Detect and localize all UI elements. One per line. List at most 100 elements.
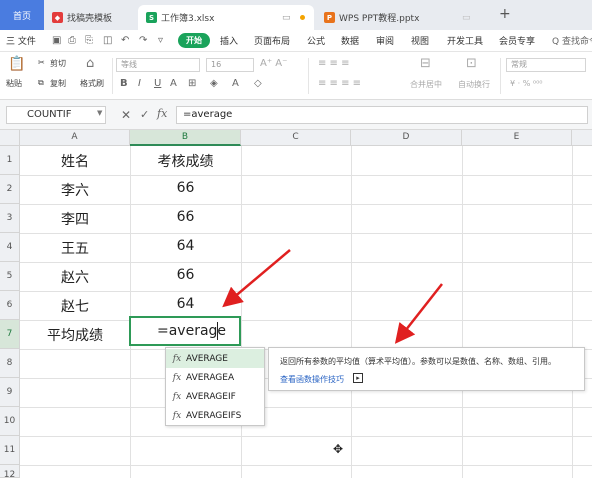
cut-icon[interactable]: ✂ — [38, 58, 45, 67]
bold-button[interactable]: B — [120, 78, 128, 89]
formula-input[interactable]: =average — [176, 106, 588, 124]
select-all-corner[interactable] — [0, 130, 20, 146]
format-painter-icon[interactable]: ⌂ — [86, 56, 94, 71]
paste-button[interactable]: 粘贴 — [6, 78, 22, 89]
cell-b5[interactable]: 66 — [130, 267, 241, 283]
cell-a6[interactable]: 赵七 — [20, 296, 130, 316]
align-top-icon[interactable]: ≡ ≡ ≡ — [318, 58, 350, 69]
cell-a5[interactable]: 赵六 — [20, 267, 130, 287]
row-header-10[interactable]: 10 — [0, 407, 20, 436]
undo-icon[interactable]: ↶ — [121, 35, 129, 46]
currency-icon[interactable]: ¥ · % ⁰⁰⁰ — [510, 79, 542, 88]
export-icon[interactable]: ⎙ — [68, 35, 76, 46]
strikethrough-button[interactable]: A — [170, 78, 177, 89]
row-header-8[interactable]: 8 — [0, 349, 20, 378]
cell-b3[interactable]: 66 — [130, 209, 241, 225]
row-header-1[interactable]: 1 — [0, 146, 20, 175]
cell-a1[interactable]: 姓名 — [20, 151, 130, 171]
video-icon[interactable]: ▸ — [353, 373, 363, 383]
autocomplete-item-average[interactable]: fx AVERAGE — [166, 349, 264, 368]
print-icon[interactable]: ⎘ — [85, 35, 93, 46]
row-header-12[interactable]: 12 — [0, 465, 20, 478]
redo-icon[interactable]: ↷ — [139, 35, 147, 46]
cell-a2[interactable]: 李六 — [20, 180, 130, 200]
menu-bar: 三 文件 ▣ ⎙ ⎘ ◫ ↶ ↷ ▿ 开始 插入 页面布局 公式 数据 审阅 视… — [0, 30, 592, 52]
font-select[interactable]: 等线 — [116, 58, 200, 72]
cell-a4[interactable]: 王五 — [20, 238, 130, 258]
row-header-4[interactable]: 4 — [0, 233, 20, 262]
name-box[interactable]: COUNTIF — [6, 106, 106, 124]
row-header-5[interactable]: 5 — [0, 262, 20, 291]
column-header-c[interactable]: C — [241, 130, 351, 146]
chevron-down-icon[interactable]: ▼ — [97, 109, 102, 117]
row-header-3[interactable]: 3 — [0, 204, 20, 233]
insert-function-icon[interactable]: fx — [157, 107, 167, 120]
menu-page-layout[interactable]: 页面布局 — [254, 34, 290, 47]
column-header-f[interactable] — [572, 130, 592, 146]
column-header-b[interactable]: B — [130, 130, 241, 146]
window-icon[interactable]: ▭ — [462, 13, 471, 23]
menu-developer[interactable]: 开发工具 — [447, 34, 483, 47]
wrap-icon[interactable]: ⊡ — [466, 56, 477, 71]
underline-button[interactable]: U — [154, 78, 161, 89]
paste-icon[interactable]: 📋 — [8, 56, 25, 72]
row-header-7[interactable]: 7 — [0, 320, 20, 349]
spreadsheet-grid[interactable]: A B C D E 1 2 3 4 5 6 7 8 9 10 11 12 姓名 … — [0, 130, 592, 478]
menu-formula[interactable]: 公式 — [307, 34, 325, 47]
cancel-icon[interactable]: ✕ — [121, 108, 131, 122]
autocomplete-item-averageif[interactable]: fx AVERAGEIF — [166, 387, 264, 406]
row-header-11[interactable]: 11 — [0, 436, 20, 465]
function-tips-link[interactable]: 查看函数操作技巧 — [280, 374, 344, 385]
autocomplete-item-label: AVERAGEA — [186, 372, 235, 383]
cell-b7-editing[interactable]: =average — [129, 316, 241, 346]
number-format-select[interactable]: 常规 — [506, 58, 586, 72]
format-painter-button[interactable]: 格式刷 — [80, 78, 104, 89]
cell-a7[interactable]: 平均成绩 — [20, 325, 130, 345]
save-icon[interactable]: ▣ — [52, 35, 61, 46]
new-tab-button[interactable]: + — [499, 6, 511, 22]
autocomplete-item-averageifs[interactable]: fx AVERAGEIFS — [166, 406, 264, 425]
border-icon[interactable]: ⊞ — [188, 78, 196, 89]
row-header-6[interactable]: 6 — [0, 291, 20, 320]
font-color-icon[interactable]: A — [232, 78, 239, 89]
tab-home[interactable]: 首页 — [0, 0, 44, 30]
column-header-d[interactable]: D — [351, 130, 462, 146]
menu-insert[interactable]: 插入 — [220, 34, 238, 47]
fill-color-icon[interactable]: ◈ — [210, 78, 218, 89]
cell-b2[interactable]: 66 — [130, 180, 241, 196]
row-header-2[interactable]: 2 — [0, 175, 20, 204]
confirm-icon[interactable]: ✓ — [140, 108, 149, 121]
tab-ppt[interactable]: P WPS PPT教程.pptx ▭ — [318, 5, 488, 30]
font-size-select[interactable]: 16 — [206, 58, 254, 72]
cut-button[interactable]: 剪切 — [50, 58, 66, 69]
cell-b4[interactable]: 64 — [130, 238, 241, 254]
menu-member[interactable]: 会员专享 — [499, 34, 535, 47]
menu-view[interactable]: 视图 — [411, 34, 429, 47]
menu-start[interactable]: 开始 — [178, 33, 210, 48]
copy-button[interactable]: 复制 — [50, 78, 66, 89]
search-command[interactable]: Q 查找命令 — [552, 34, 592, 47]
cell-b1[interactable]: 考核成绩 — [130, 151, 241, 171]
tab-workbook[interactable]: S 工作簿3.xlsx ▭ — [138, 5, 314, 30]
merge-button[interactable]: 合并居中 — [410, 79, 442, 90]
menu-file[interactable]: 三 文件 — [6, 34, 36, 47]
wrap-button[interactable]: 自动换行 — [458, 79, 490, 90]
copy-icon[interactable]: ⧉ — [38, 78, 44, 88]
menu-data[interactable]: 数据 — [341, 34, 359, 47]
clear-icon[interactable]: ◇ — [254, 78, 262, 89]
window-icon[interactable]: ▭ — [282, 13, 291, 23]
tab-template[interactable]: ◆ 找稿壳模板 — [52, 5, 132, 30]
autocomplete-item-averagea[interactable]: fx AVERAGEA — [166, 368, 264, 387]
font-grow-icon[interactable]: A⁺ A⁻ — [260, 58, 287, 69]
column-header-e[interactable]: E — [462, 130, 572, 146]
column-header-a[interactable]: A — [20, 130, 130, 146]
preview-icon[interactable]: ◫ — [103, 35, 112, 46]
menu-review[interactable]: 审阅 — [376, 34, 394, 47]
merge-icon[interactable]: ⊟ — [420, 56, 431, 71]
row-header-9[interactable]: 9 — [0, 378, 20, 407]
cell-b6[interactable]: 64 — [130, 296, 241, 312]
more-icon[interactable]: ▿ — [158, 35, 163, 46]
align-left-icon[interactable]: ≡ ≡ ≡ ≡ — [318, 78, 361, 89]
italic-button[interactable]: I — [138, 78, 141, 89]
cell-a3[interactable]: 李四 — [20, 209, 130, 229]
